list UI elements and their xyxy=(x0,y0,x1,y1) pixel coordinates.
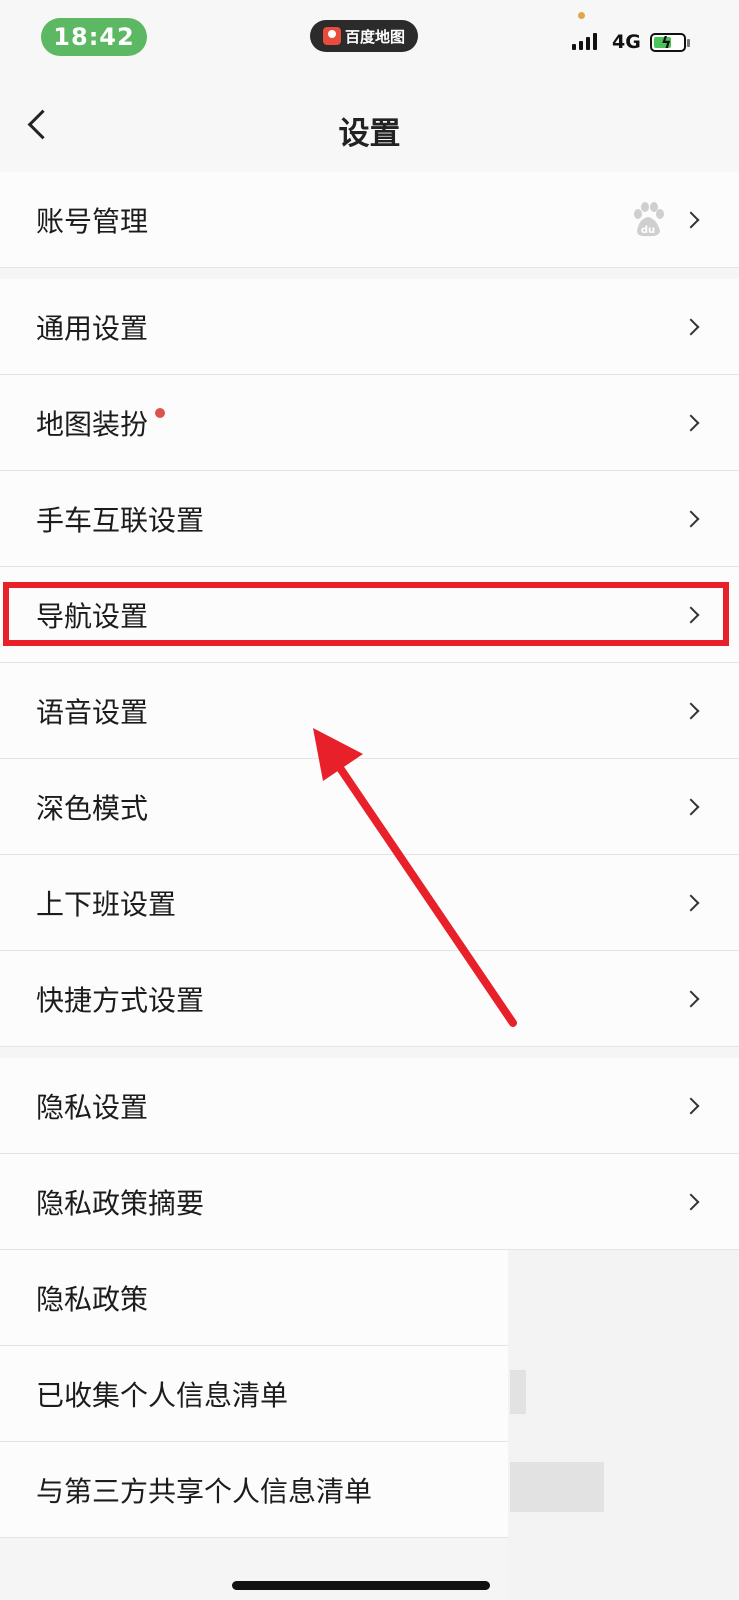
svg-text:du: du xyxy=(641,225,655,236)
blurred-region xyxy=(508,1250,739,1600)
chevron-right-icon xyxy=(682,510,700,527)
row-label: 手车互联设置 xyxy=(36,503,205,537)
settings-row-car-link[interactable]: 手车互联设置 xyxy=(0,471,739,567)
row-label: 上下班设置 xyxy=(36,887,177,921)
settings-row-shortcuts[interactable]: 快捷方式设置 xyxy=(0,951,739,1047)
row-label: 已收集个人信息清单 xyxy=(36,1378,289,1412)
highlight-box xyxy=(3,582,729,646)
active-app-indicator[interactable]: 百度地图 xyxy=(310,20,418,52)
row-label: 与第三方共享个人信息清单 xyxy=(36,1474,373,1508)
chevron-right-icon xyxy=(682,702,700,719)
chevron-right-icon xyxy=(682,894,700,911)
chevron-right-icon xyxy=(682,414,700,431)
chevron-right-icon xyxy=(682,1097,700,1114)
status-time: 18:42 xyxy=(41,18,147,56)
baidu-paw-icon: du xyxy=(634,201,664,236)
settings-row-voice[interactable]: 语音设置 xyxy=(0,663,739,759)
settings-row-general[interactable]: 通用设置 xyxy=(0,279,739,375)
blurred-patch xyxy=(510,1462,604,1512)
chevron-right-icon xyxy=(682,990,700,1007)
baidu-map-logo-icon xyxy=(322,27,341,45)
settings-row-dark-mode[interactable]: 深色模式 xyxy=(0,759,739,855)
row-label: 隐私设置 xyxy=(36,1090,149,1124)
settings-row-privacy[interactable]: 隐私设置 xyxy=(0,1058,739,1154)
row-label: 快捷方式设置 xyxy=(36,983,205,1017)
chevron-right-icon xyxy=(682,1193,700,1210)
chevron-right-icon xyxy=(682,318,700,335)
row-label: 深色模式 xyxy=(36,791,149,825)
page-title: 设置 xyxy=(338,116,401,152)
row-label: 通用设置 xyxy=(36,311,149,345)
nav-bar: 设置 xyxy=(0,80,739,173)
active-app-name: 百度地图 xyxy=(344,27,405,46)
settings-row-commute[interactable]: 上下班设置 xyxy=(0,855,739,951)
settings-row-account[interactable]: 账号管理 du xyxy=(0,172,739,268)
network-type: 4G xyxy=(612,31,641,53)
row-label: 隐私政策 xyxy=(36,1282,149,1316)
row-label: 隐私政策摘要 xyxy=(36,1186,205,1220)
status-bar: 18:42 百度地图 4G ϟ xyxy=(0,0,739,80)
blurred-patch xyxy=(510,1370,526,1414)
row-label: 语音设置 xyxy=(36,695,149,729)
new-badge-dot xyxy=(155,408,165,418)
chevron-right-icon xyxy=(682,211,700,228)
settings-row-map-skin[interactable]: 地图装扮 xyxy=(0,375,739,471)
chevron-right-icon xyxy=(682,798,700,815)
row-label: 地图装扮 xyxy=(36,407,149,441)
camera-indicator-dot xyxy=(578,12,585,19)
settings-row-privacy-summary[interactable]: 隐私政策摘要 xyxy=(0,1154,739,1250)
battery-charging-icon: ϟ xyxy=(650,33,690,52)
home-indicator[interactable] xyxy=(232,1581,490,1590)
row-label: 账号管理 xyxy=(36,204,149,238)
signal-bars-icon xyxy=(572,33,597,50)
